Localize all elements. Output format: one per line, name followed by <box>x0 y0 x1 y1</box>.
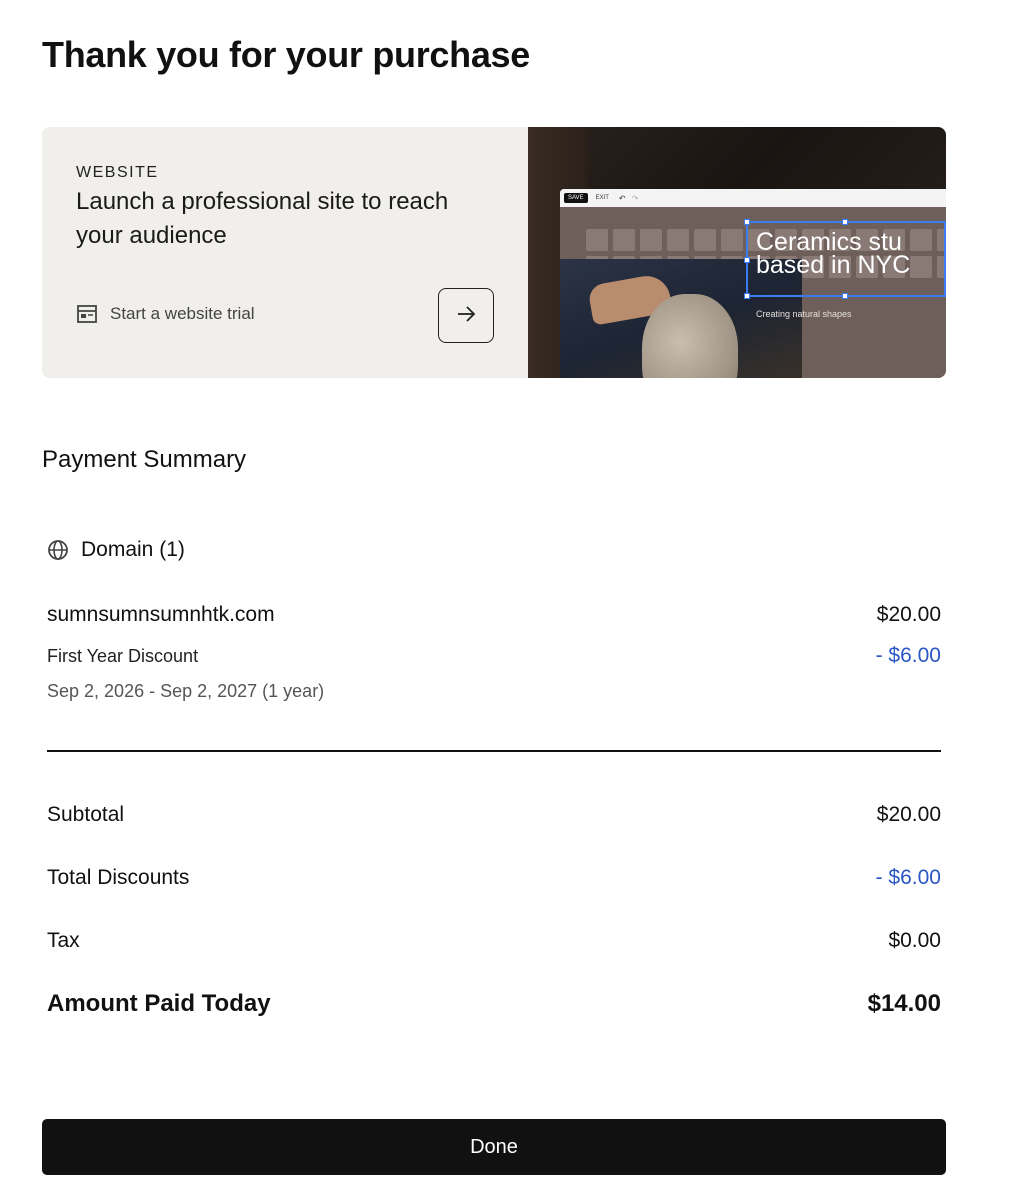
line-item-period: Sep 2, 2026 - Sep 2, 2027 (1 year) <box>47 681 325 701</box>
amount-paid-value: $14.00 <box>867 990 941 1017</box>
tax-value: $0.00 <box>888 929 941 952</box>
line-item: sumnsumnsumnhtk.com $20.00 <box>47 603 941 627</box>
mockup-save-label: SAVE <box>564 193 588 203</box>
subtotal-value: $20.00 <box>876 803 941 826</box>
page-title: Thank you for your purchase <box>42 34 530 75</box>
globe-icon <box>47 539 69 561</box>
total-discounts-value: - $6.00 <box>875 866 941 889</box>
tax-label: Tax <box>47 929 80 952</box>
promo-heading: Launch a professional site to reach your… <box>76 188 449 249</box>
subtotal-row: Subtotal $20.00 <box>47 803 941 827</box>
payment-summary-title: Payment Summary <box>42 446 247 473</box>
line-item-name: sumnsumnsumnhtk.com <box>47 603 275 626</box>
total-discounts-label: Total Discounts <box>47 866 190 889</box>
start-website-trial-link[interactable]: Start a website trial <box>76 303 255 325</box>
amount-paid-label: Amount Paid Today <box>47 990 271 1017</box>
tax-row: Tax $0.00 <box>47 929 941 953</box>
amount-paid-row: Amount Paid Today $14.00 <box>47 990 941 1018</box>
line-item-discount-label: First Year Discount <box>47 646 199 666</box>
website-promo-card: WEBSITE Launch a professional site to re… <box>42 127 946 378</box>
line-item-price: $20.00 <box>876 603 941 626</box>
start-website-trial-label: Start a website trial <box>110 304 255 323</box>
summary-divider <box>47 750 941 752</box>
editor-mockup-toolbar: SAVE EXIT ↶ ↷ <box>560 189 946 207</box>
undo-icon: ↶ <box>618 193 626 203</box>
mockup-headline: Ceramics stu based in NYC <box>756 228 911 279</box>
promo-eyebrow: WEBSITE <box>76 164 159 181</box>
domain-category-label: Domain (1) <box>81 538 185 561</box>
mockup-exit-label: EXIT <box>595 195 609 201</box>
line-item-discount: First Year Discount - $6.00 <box>47 644 941 668</box>
arrow-right-icon <box>455 303 477 328</box>
checkout-confirmation-page: Thank you for your purchase WEBSITE Laun… <box>0 0 1035 1200</box>
subtotal-label: Subtotal <box>47 803 125 826</box>
promo-arrow-button[interactable] <box>438 288 494 343</box>
done-button[interactable]: Done <box>42 1119 946 1175</box>
website-layout-icon <box>76 303 98 325</box>
promo-content: WEBSITE Launch a professional site to re… <box>42 127 528 378</box>
line-item-discount-value: - $6.00 <box>875 644 941 667</box>
total-discounts-row: Total Discounts - $6.00 <box>47 866 941 890</box>
mockup-caption: Creating natural shapes <box>756 309 852 319</box>
redo-icon: ↷ <box>631 193 639 203</box>
promo-image: SAVE EXIT ↶ ↷ Ceramics stu based in NYC … <box>528 127 946 378</box>
domain-category: Domain (1) <box>47 538 185 562</box>
